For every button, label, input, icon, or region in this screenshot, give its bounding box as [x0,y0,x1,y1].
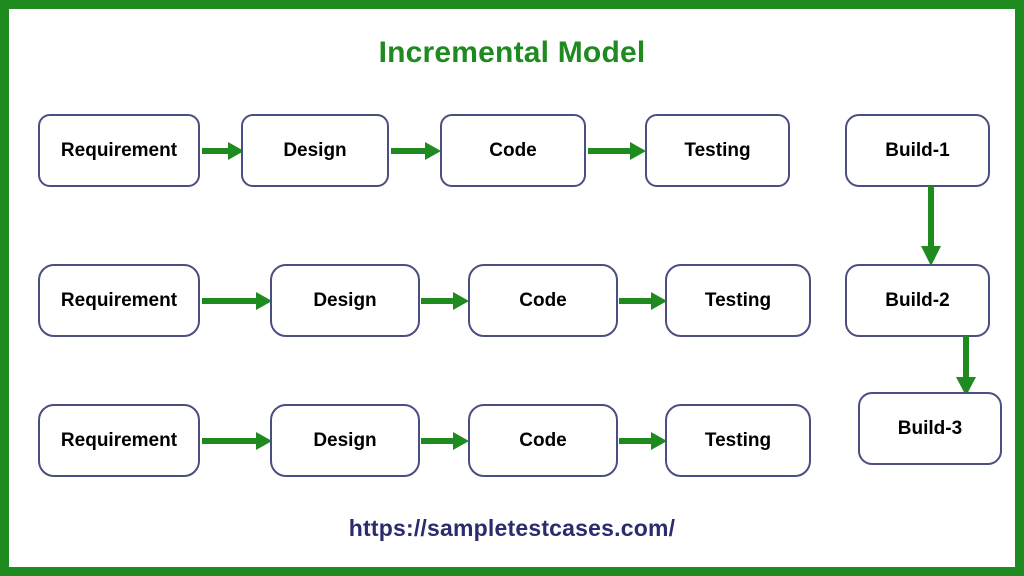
node-code-3[interactable]: Code [468,404,618,477]
arrow-requirement-to-design-2 [202,290,272,312]
node-code-1[interactable]: Code [440,114,586,187]
arrow-code-to-testing-2 [619,290,667,312]
page-title: Incremental Model [378,36,646,69]
node-label: Code [489,140,537,161]
node-label: Code [519,430,567,451]
node-label: Testing [684,140,751,161]
arrow-design-to-code-2 [421,290,469,312]
node-requirement-2[interactable]: Requirement [38,264,200,337]
node-testing-3[interactable]: Testing [665,404,811,477]
node-design-1[interactable]: Design [241,114,389,187]
node-design-2[interactable]: Design [270,264,420,337]
node-label: Design [313,290,377,311]
arrow-requirement-to-design-3 [202,430,272,452]
node-label: Testing [704,290,772,311]
arrow-build2-to-build3 [951,336,981,396]
arrow-requirement-to-design-1 [202,140,244,162]
diagram-canvas: Incremental Model Requirement Design Cod… [0,0,1024,576]
node-label: Code [519,290,567,311]
node-testing-1[interactable]: Testing [645,114,790,187]
node-build-3[interactable]: Build-3 [858,392,1002,465]
node-build-1[interactable]: Build-1 [845,114,990,187]
node-code-2[interactable]: Code [468,264,618,337]
arrow-design-to-code-1 [391,140,441,162]
node-label: Build-1 [885,140,950,161]
node-design-3[interactable]: Design [270,404,420,477]
node-requirement-1[interactable]: Requirement [38,114,200,187]
arrow-build1-to-build2 [916,186,946,266]
node-label: Design [313,430,377,451]
node-label: Design [283,140,347,161]
node-label: Requirement [60,140,178,161]
node-testing-2[interactable]: Testing [665,264,811,337]
node-requirement-3[interactable]: Requirement [38,404,200,477]
node-label: Build-2 [885,290,950,311]
footer-url[interactable]: https://sampletestcases.com/ [9,515,1015,542]
arrow-code-to-testing-1 [588,140,646,162]
node-label: Build-3 [897,418,963,439]
arrow-design-to-code-3 [421,430,469,452]
node-label: Testing [704,430,772,451]
node-label: Requirement [60,430,178,451]
node-build-2[interactable]: Build-2 [845,264,990,337]
node-label: Requirement [60,290,178,311]
arrow-code-to-testing-3 [619,430,667,452]
